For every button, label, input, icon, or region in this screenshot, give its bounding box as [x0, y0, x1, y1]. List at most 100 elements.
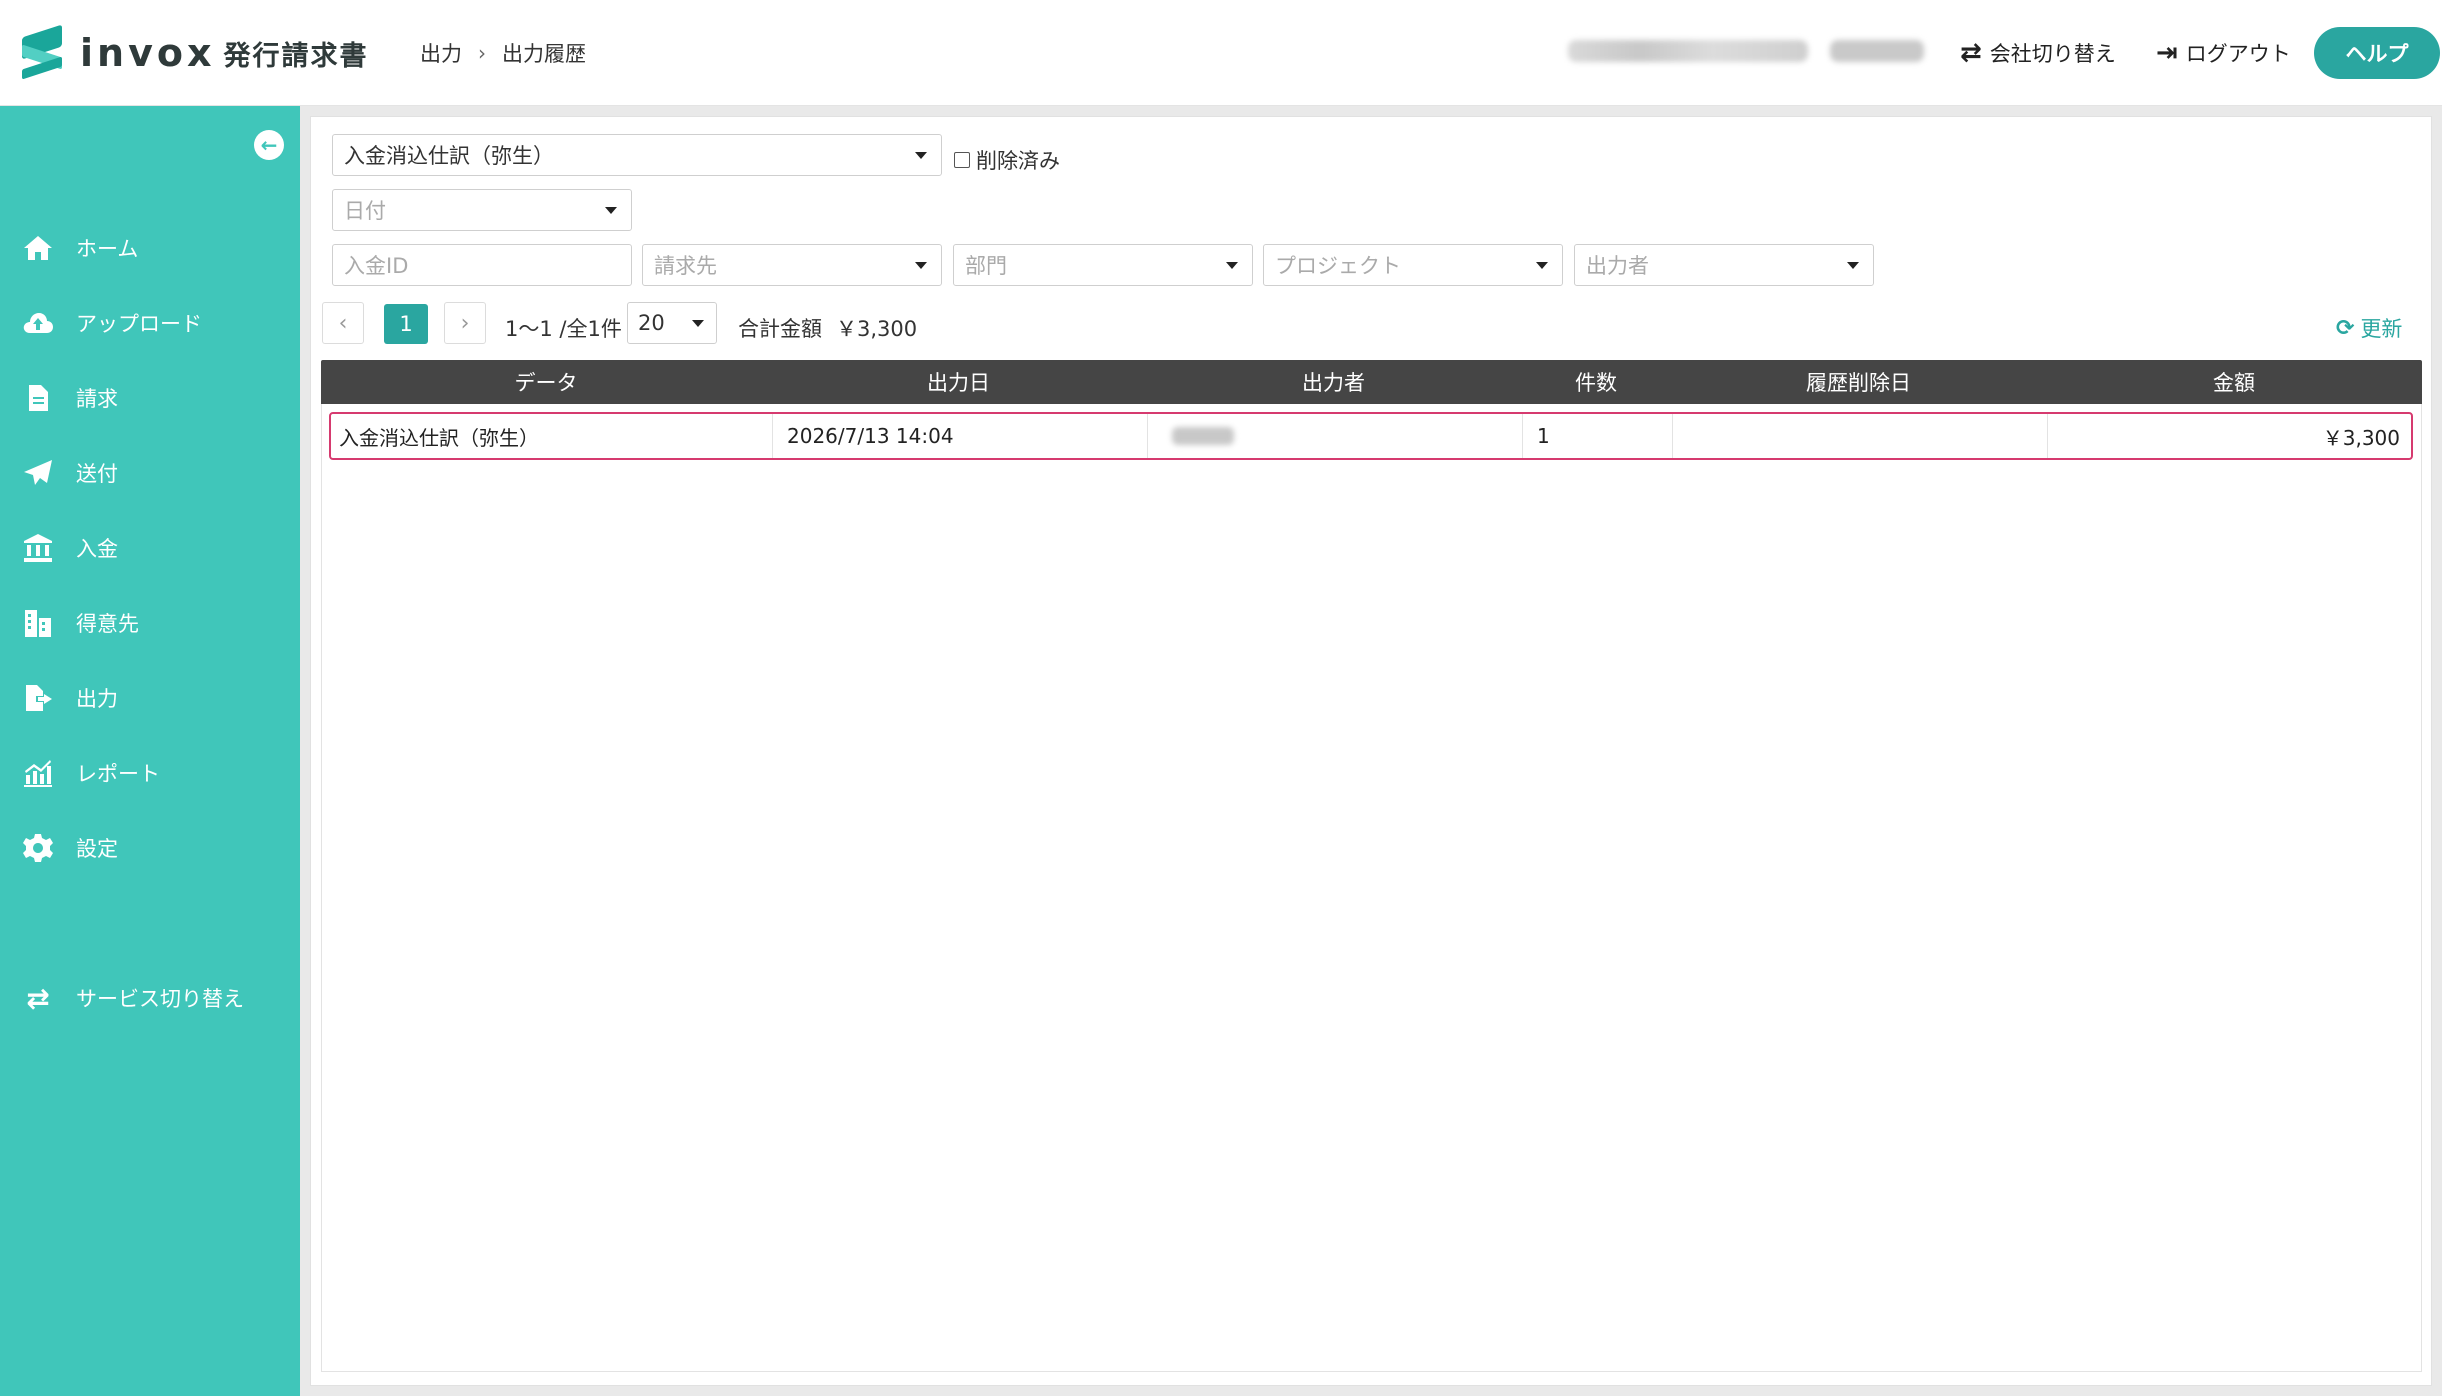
- chevron-right-icon: ›: [460, 310, 470, 336]
- sidebar-item-label: 入金: [76, 537, 118, 561]
- switch-company-label: 会社切り替え: [1989, 42, 2116, 66]
- document-icon: [20, 382, 56, 414]
- col-header-amount[interactable]: 金額: [2046, 360, 2422, 404]
- breadcrumb-separator-icon: ›: [478, 41, 486, 65]
- sidebar-item-clients[interactable]: 得意先: [0, 593, 300, 653]
- sidebar-item-label: 出力: [76, 687, 118, 711]
- sign-out-icon: ⇥: [2156, 38, 2178, 68]
- exporter-select[interactable]: 出力者: [1574, 244, 1874, 286]
- breadcrumb-current: 出力履歴: [502, 42, 586, 66]
- sidebar-item-label: レポート: [76, 762, 160, 786]
- logo-subtitle: 発行請求書: [223, 40, 369, 72]
- sidebar: ← ホーム アップロード 請求 送付 入金 得意先 出力 レポート 設定 ⇄ サ…: [0, 106, 300, 1396]
- cell-export-date: 2026/7/13 14:04: [773, 414, 1148, 458]
- top-header: invox 発行請求書 出力 › 出力履歴 ⇄ 会社切り替え ⇥ ログアウト ヘ…: [0, 0, 2442, 106]
- table-body: [321, 404, 2422, 1372]
- department-select[interactable]: 部門: [953, 244, 1253, 286]
- payment-id-placeholder: 入金ID: [344, 254, 409, 278]
- project-select[interactable]: プロジェクト: [1263, 244, 1563, 286]
- payment-id-input[interactable]: 入金ID: [332, 244, 632, 286]
- col-header-count[interactable]: 件数: [1521, 360, 1671, 404]
- page-1-button[interactable]: 1: [384, 304, 428, 344]
- logout-button[interactable]: ⇥ ログアウト: [2156, 38, 2291, 68]
- refresh-button[interactable]: ⟳ 更新: [2336, 313, 2402, 343]
- sidebar-item-home[interactable]: ホーム: [0, 218, 300, 278]
- exporter-placeholder: 出力者: [1586, 254, 1649, 278]
- gear-icon: [20, 832, 56, 864]
- sidebar-item-upload[interactable]: アップロード: [0, 293, 300, 353]
- user-name-redacted: [1830, 40, 1924, 62]
- total-amount-label: 合計金額: [738, 317, 822, 341]
- bank-icon: [20, 532, 56, 564]
- cell-exporter: [1148, 414, 1523, 458]
- sidebar-item-billing[interactable]: 請求: [0, 368, 300, 428]
- col-header-exporter[interactable]: 出力者: [1146, 360, 1521, 404]
- chevron-down-icon: [1226, 262, 1238, 269]
- sidebar-item-label: 得意先: [76, 612, 139, 636]
- paper-plane-icon: [20, 457, 56, 489]
- cell-count: 1: [1523, 414, 1673, 458]
- chevron-down-icon: [605, 207, 617, 214]
- per-page-select[interactable]: 20: [627, 302, 717, 344]
- chevron-down-icon: [1847, 262, 1859, 269]
- col-header-deleted-date[interactable]: 履歴削除日: [1671, 360, 2046, 404]
- sidebar-item-settings[interactable]: 設定: [0, 818, 300, 878]
- logo-word: invox: [80, 31, 216, 75]
- chevron-down-icon: [1536, 262, 1548, 269]
- sidebar-item-send[interactable]: 送付: [0, 443, 300, 503]
- chevron-down-icon: [692, 320, 704, 327]
- sidebar-item-label: 送付: [76, 462, 118, 486]
- col-header-data[interactable]: データ: [321, 360, 771, 404]
- department-placeholder: 部門: [965, 254, 1007, 278]
- table-row[interactable]: 入金消込仕訳（弥生） 2026/7/13 14:04 1 ￥3,300: [329, 412, 2413, 460]
- deleted-filter[interactable]: 削除済み: [954, 145, 1060, 175]
- chevron-down-icon: [915, 262, 927, 269]
- sidebar-item-service-switch[interactable]: ⇄ サービス切り替え: [0, 968, 300, 1028]
- logout-label: ログアウト: [2185, 42, 2291, 66]
- col-header-export-date[interactable]: 出力日: [771, 360, 1146, 404]
- prev-page-button[interactable]: ‹: [322, 302, 364, 344]
- switch-arrows-icon: ⇄: [1960, 38, 1982, 68]
- total-amount-value: ￥3,300: [836, 317, 918, 341]
- switch-company-button[interactable]: ⇄ 会社切り替え: [1960, 38, 2116, 68]
- chevron-left-icon: ‹: [338, 310, 348, 336]
- sidebar-item-label: 請求: [76, 387, 118, 411]
- file-export-icon: [20, 682, 56, 714]
- switch-arrows-icon: ⇄: [26, 981, 50, 1015]
- deleted-label: 削除済み: [976, 149, 1060, 173]
- logo-mark-icon: [18, 24, 66, 80]
- sidebar-item-label: アップロード: [76, 312, 202, 336]
- breadcrumb-parent[interactable]: 出力: [420, 38, 462, 68]
- cell-amount: ￥3,300: [2322, 425, 2400, 450]
- company-name-redacted: [1568, 40, 1808, 62]
- per-page-value: 20: [638, 311, 665, 335]
- table-header: データ 出力日 出力者 件数 履歴削除日 金額: [321, 360, 2422, 404]
- home-icon: [20, 232, 56, 264]
- sidebar-item-report[interactable]: レポート: [0, 743, 300, 803]
- exporter-name-redacted: [1172, 427, 1234, 445]
- sidebar-item-export[interactable]: 出力: [0, 668, 300, 728]
- result-range: 1〜1 /全1件: [505, 317, 622, 341]
- refresh-label: 更新: [2360, 317, 2403, 341]
- sidebar-item-label: ホーム: [76, 237, 139, 261]
- app-logo[interactable]: invox 発行請求書: [18, 24, 369, 80]
- collapse-sidebar-icon[interactable]: ←: [254, 130, 284, 160]
- client-placeholder: 請求先: [654, 254, 717, 278]
- data-type-select[interactable]: 入金消込仕訳（弥生）: [332, 134, 942, 176]
- building-icon: [20, 607, 56, 639]
- date-select[interactable]: 日付: [332, 189, 632, 231]
- date-placeholder: 日付: [344, 199, 386, 223]
- deleted-checkbox[interactable]: [954, 152, 970, 168]
- next-page-button[interactable]: ›: [444, 302, 486, 344]
- sidebar-item-label: 設定: [76, 837, 118, 861]
- refresh-icon: ⟳: [2336, 315, 2355, 341]
- chevron-down-icon: [915, 152, 927, 159]
- cell-deleted-date: [1673, 414, 2048, 458]
- sidebar-item-payment[interactable]: 入金: [0, 518, 300, 578]
- breadcrumb: 出力 › 出力履歴: [420, 38, 586, 68]
- data-type-value: 入金消込仕訳（弥生）: [344, 144, 554, 168]
- cell-data: 入金消込仕訳（弥生）: [331, 414, 773, 458]
- client-select[interactable]: 請求先: [642, 244, 942, 286]
- help-button[interactable]: ヘルプ: [2314, 27, 2440, 79]
- project-placeholder: プロジェクト: [1275, 254, 1401, 278]
